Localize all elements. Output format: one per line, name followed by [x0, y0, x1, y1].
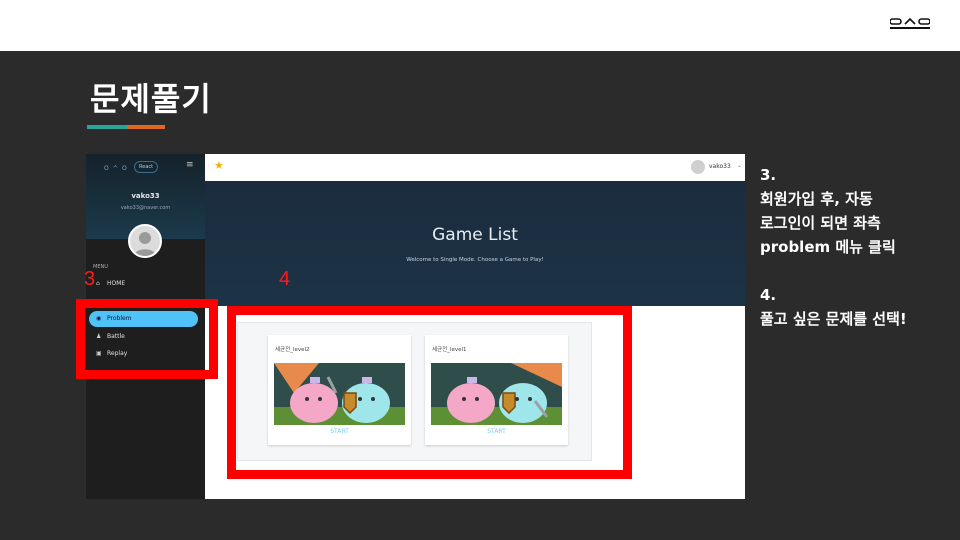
note-line: problem 메뉴 클릭 — [760, 238, 896, 256]
note-line: 풀고 싶은 문제를 선택! — [760, 310, 907, 328]
note-line: 4. — [760, 286, 777, 304]
home-icon: ⌂ — [96, 280, 100, 287]
accent-bar-teal — [87, 125, 127, 129]
app-topbar: ★ vako33 ⌄ — [205, 154, 745, 182]
highlight-box-games — [227, 306, 632, 479]
brand-logo: O ᄉ O — [104, 165, 128, 172]
page-subtitle: Welcome to Single Mode. Choose a Game to… — [406, 257, 544, 263]
callout-number-4: 4 — [279, 268, 291, 290]
hamburger-menu-icon[interactable]: ≡ — [186, 160, 194, 170]
note-line — [760, 259, 960, 283]
note-line: 3. — [760, 166, 777, 184]
avatar[interactable] — [128, 224, 162, 258]
instruction-notes: 3. 회원가입 후, 자동 로그인이 되면 좌측 problem 메뉴 클릭 4… — [760, 163, 960, 331]
accent-bar-orange — [127, 125, 165, 129]
ssafy-logo-icon — [890, 18, 930, 29]
note-line: 회원가입 후, 자동 — [760, 190, 873, 208]
callout-number-3: 3 — [84, 268, 96, 290]
slide-title: 문제풀기 — [90, 80, 212, 118]
user-silhouette-icon — [134, 232, 156, 256]
note-line: 로그인이 되면 좌측 — [760, 214, 881, 232]
menu-label: MENU — [93, 264, 108, 270]
sidebar-item-home[interactable]: ⌂ HOME — [89, 276, 197, 292]
slide-header-bar — [0, 0, 960, 51]
chevron-down-icon[interactable]: ⌄ — [737, 162, 742, 169]
highlight-box-menu — [76, 299, 218, 379]
framework-badge: React — [134, 161, 159, 173]
sidebar-email: vako33@naver.com — [120, 205, 171, 211]
page-title: Game List — [432, 225, 518, 245]
sidebar-item-label: HOME — [107, 280, 126, 287]
sidebar-username: vako33 — [131, 192, 160, 200]
topbar-username[interactable]: vako33 — [709, 163, 731, 170]
star-icon[interactable]: ★ — [214, 159, 224, 172]
topbar-avatar[interactable] — [691, 160, 705, 174]
